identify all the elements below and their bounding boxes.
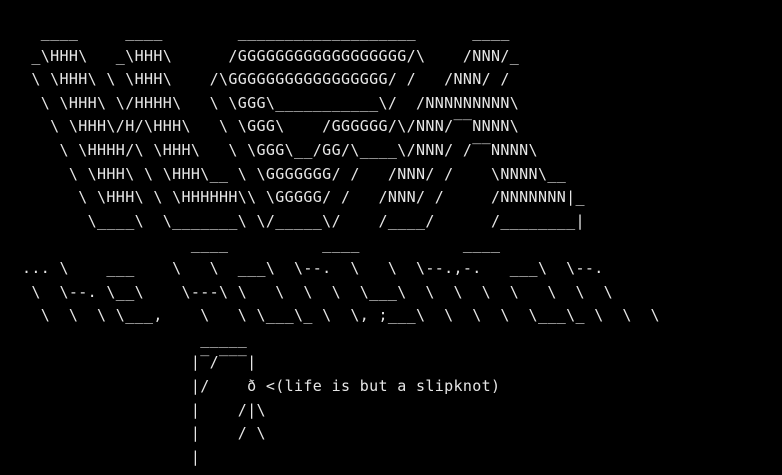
gallows-line: | / \ [22,424,266,443]
banner-line: \ \HHHH/\ \HHH\ \ \GGG\__/GG/\____\/NNN/… [22,140,538,159]
banner-line: \ \HHH\ \ \HHH\ /\GGGGGGGGGGGGGGGGG/ / /… [22,70,510,89]
subtitle-line: ... \ ___ \ \ ___\ \--. \ \ \--.,-. ___\… [22,258,604,277]
banner-line: \ \HHH\ \ \HHH\__ \ \GGGGGGG/ / /NNN/ / … [22,164,567,183]
banner-line: ____ ____ ___________________ ____ [22,23,510,41]
gallows-line: | /|\ [22,400,266,419]
gallows-line: |/ ð <(life is but a slipknot) [22,376,501,395]
gallows-line: _____ [22,329,248,348]
terminal-output: ____ ____ ___________________ ____ _\HHH… [22,21,660,469]
subtitle-line: ____ ____ ____ [22,235,501,254]
subtitle-line: \ \ \ \___, \ \ \___\_ \ \, ;___\ \ \ \ … [22,306,660,325]
gallows-line: | [22,447,201,466]
banner-line: \ \HHH\ \/HHHH\ \ \GGG\___________\/ /NN… [22,93,520,112]
subtitle-line: \ \--. \__\ \---\ \ \ \ \ \___\ \ \ \ \ … [22,282,613,301]
gallows-line: |‾/‾‾‾| [22,353,257,372]
banner-line: \____\ \_______\ \/_____\/ /____/ /_____… [22,211,585,230]
banner-line: _\HHH\ _\HHH\ /GGGGGGGGGGGGGGGGGG/\ /NNN… [22,46,520,65]
terminal-window[interactable]: ____ ____ ___________________ ____ _\HHH… [0,0,782,475]
banner-line: \ \HHH\/H/\HHH\ \ \GGG\ /GGGGGG/\/NNN/‾‾… [22,117,520,136]
banner-line: \ \HHH\ \ \HHHHHH\\ \GGGGG/ / /NNN/ / /N… [22,188,585,207]
